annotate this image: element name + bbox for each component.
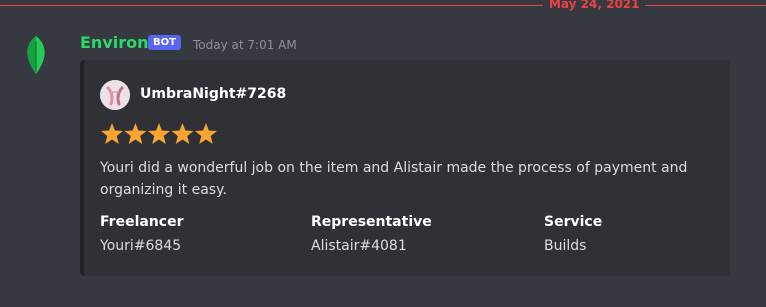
author-avatar[interactable] — [100, 80, 130, 110]
divider-line-left — [0, 5, 543, 6]
bot-username[interactable]: Environ — [80, 33, 149, 52]
field-representative: Representative Alistair#4081 — [311, 213, 432, 255]
field-name: Representative — [311, 214, 432, 230]
divider-line-right — [645, 5, 766, 6]
leaf-icon — [27, 36, 45, 74]
field-value: Alistair#4081 — [311, 238, 407, 254]
star-icon — [195, 123, 217, 144]
star-icon — [124, 123, 147, 144]
message-timestamp: Today at 7:01 AM — [193, 38, 297, 52]
field-freelancer: Freelancer Youri#6845 — [100, 213, 183, 255]
field-service: Service Builds — [544, 213, 602, 255]
field-value: Youri#6845 — [100, 238, 182, 254]
star-icon — [148, 123, 170, 144]
embed-description: Youri did a wonderful job on the item an… — [100, 160, 688, 198]
bot-avatar[interactable] — [16, 34, 56, 74]
review-embed: UmbraNight#7268 Youri did a wonderful jo… — [80, 60, 730, 276]
star-icon — [171, 123, 194, 144]
embed-author-name[interactable]: UmbraNight#7268 — [140, 86, 286, 102]
star-icon — [101, 123, 123, 144]
bot-tag: BOT — [148, 35, 181, 50]
star-rating — [100, 122, 218, 146]
date-divider: May 24, 2021 — [0, 0, 766, 12]
user-avatar-icon — [100, 80, 130, 110]
field-name: Service — [544, 214, 603, 230]
divider-date: May 24, 2021 — [549, 0, 640, 11]
field-value: Builds — [544, 238, 587, 254]
field-name: Freelancer — [100, 214, 184, 230]
